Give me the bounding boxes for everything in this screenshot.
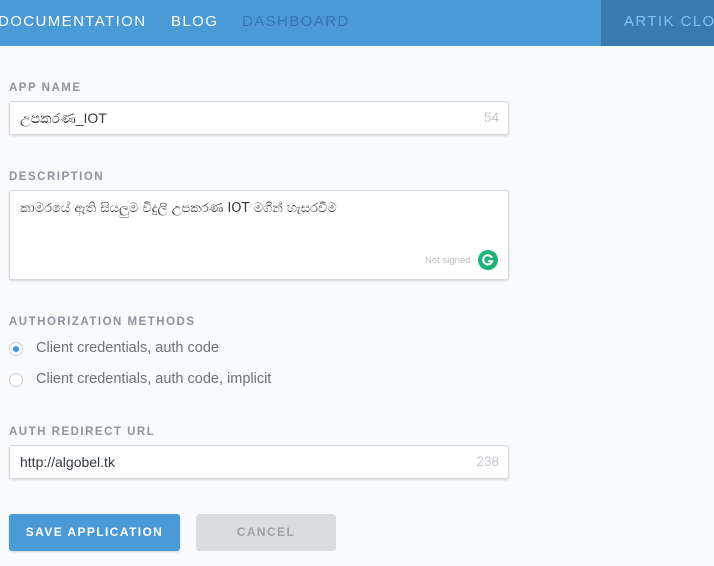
grammarly-status-text: Not signed bbox=[425, 255, 471, 266]
nav-documentation-link[interactable]: DOCUMENTATION bbox=[0, 0, 146, 46]
auth-redirect-url-char-count: 238 bbox=[476, 454, 499, 469]
save-application-button[interactable]: SAVE APPLICATION bbox=[9, 514, 180, 551]
auth-option-label: Client credentials, auth code bbox=[36, 340, 219, 356]
auth-option-label: Client credentials, auth code, implicit bbox=[36, 371, 272, 387]
nav-artik-cloud-label: ARTIK CLOUD bbox=[624, 13, 714, 30]
description-textarea[interactable]: කාමරයේ ඇති සියලුම විදුලි උපකරණ IOT මගින්… bbox=[9, 190, 509, 280]
grammarly-g-icon[interactable] bbox=[478, 250, 498, 270]
authorization-methods-label: AUTHORIZATION METHODS bbox=[9, 316, 196, 328]
top-nav-bar: DOCUMENTATION BLOG DASHBOARD ARTIK CLOUD bbox=[0, 0, 714, 46]
description-label: DESCRIPTION bbox=[9, 171, 105, 183]
nav-artik-cloud-tab[interactable]: ARTIK CLOUD bbox=[601, 0, 714, 46]
auth-redirect-url-input[interactable]: http://algobel.tk 238 bbox=[9, 445, 509, 479]
app-name-label: APP NAME bbox=[9, 82, 82, 94]
cancel-button[interactable]: CANCEL bbox=[196, 514, 336, 551]
radio-button-unchecked[interactable] bbox=[9, 373, 23, 387]
auth-redirect-url-value: http://algobel.tk bbox=[20, 454, 115, 470]
auth-redirect-url-label: AUTH REDIRECT URL bbox=[9, 426, 156, 438]
app-name-input[interactable]: උපකරණ_IOT 54 bbox=[9, 101, 509, 135]
description-value: කාමරයේ ඇති සියලුම විදුලි උපකරණ IOT මගින්… bbox=[20, 201, 337, 216]
app-name-char-count: 54 bbox=[483, 110, 499, 125]
app-name-value: උපකරණ_IOT bbox=[20, 110, 107, 126]
radio-button-checked[interactable] bbox=[9, 342, 23, 356]
nav-dashboard-link[interactable]: DASHBOARD bbox=[242, 0, 350, 46]
nav-blog-link[interactable]: BLOG bbox=[171, 0, 218, 46]
